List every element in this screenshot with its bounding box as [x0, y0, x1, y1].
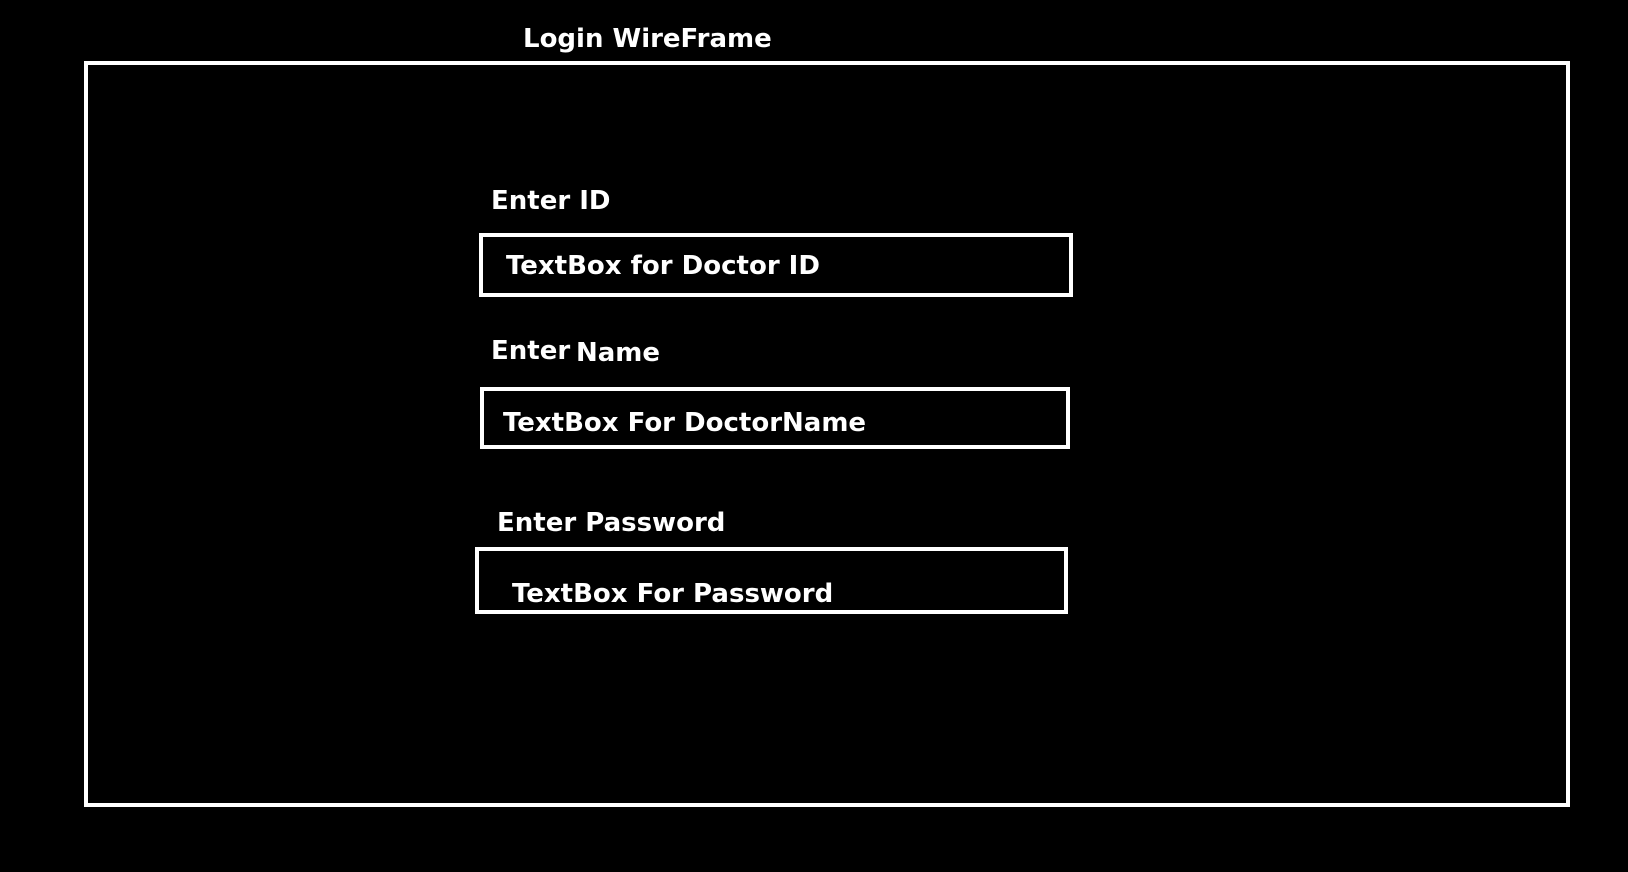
- login-wireframe-page: Login WireFrame Enter ID TextBox for Doc…: [0, 0, 1628, 872]
- doctor-name-input[interactable]: TextBox For DoctorName: [480, 387, 1070, 449]
- doctor-id-input-placeholder: TextBox for Doctor ID: [506, 251, 820, 281]
- doctor-id-input[interactable]: TextBox for Doctor ID: [479, 233, 1073, 297]
- password-input-placeholder: TextBox For Password: [512, 579, 834, 609]
- doctor-name-label-enter: Enter: [491, 336, 571, 366]
- doctor-id-label: Enter ID: [491, 186, 611, 216]
- doctor-name-label-name: Name: [576, 338, 661, 368]
- password-input[interactable]: TextBox For Password: [475, 547, 1068, 614]
- doctor-name-input-placeholder: TextBox For DoctorName: [503, 408, 867, 438]
- password-label: Enter Password: [497, 508, 726, 538]
- page-title: Login WireFrame: [523, 24, 772, 54]
